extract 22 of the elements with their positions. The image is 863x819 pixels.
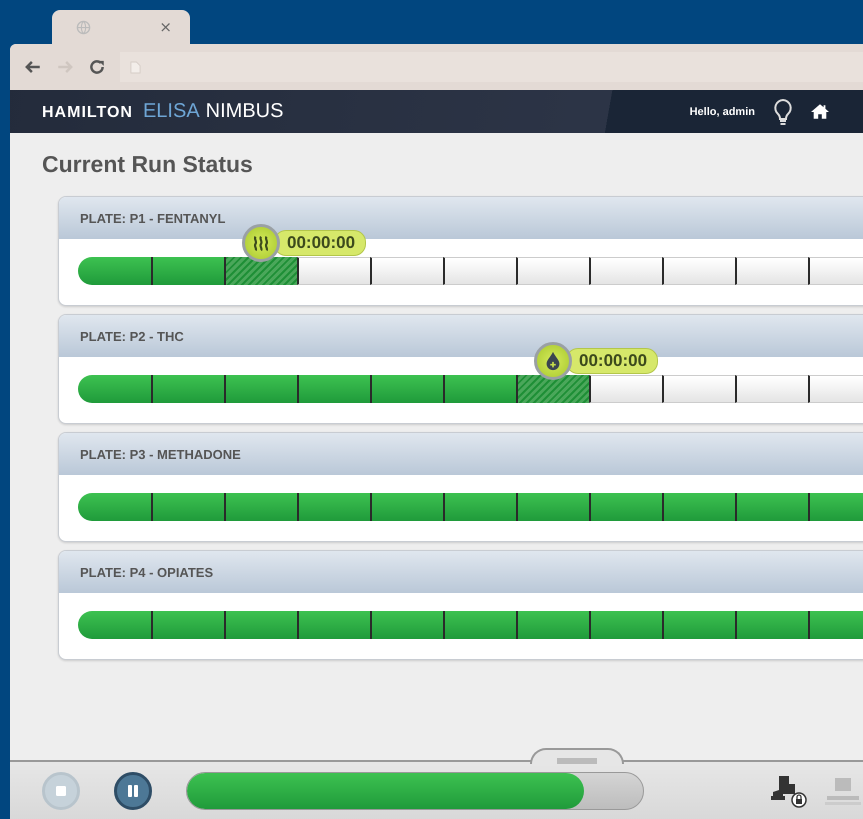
lightbulb-icon[interactable]: [773, 98, 793, 126]
pause-icon: [125, 782, 141, 798]
plate-label: PLATE: P2 - THC: [80, 328, 184, 344]
product-name: NIMBUS: [206, 100, 284, 123]
plate-label: PLATE: P4 - OPIATES: [80, 564, 214, 580]
page-title: Current Run Status: [42, 151, 254, 178]
instrument-lock-icon[interactable]: [769, 774, 809, 808]
reload-icon[interactable]: [88, 58, 106, 76]
brand-logo: HAMILTON: [42, 104, 133, 122]
pause-button[interactable]: [114, 772, 152, 810]
user-greeting: Hello, admin: [690, 106, 755, 118]
plate-label: PLATE: P3 - METHADONE: [80, 446, 241, 462]
home-icon[interactable]: [811, 103, 829, 120]
browser-tab[interactable]: ×: [52, 10, 190, 44]
page-icon: [130, 60, 141, 74]
product-name: ELISA: [142, 100, 200, 123]
step-segment: [808, 611, 863, 639]
globe-icon: [76, 20, 91, 34]
plate-label: PLATE: P1 - FENTANYL: [80, 210, 226, 226]
close-icon[interactable]: ×: [159, 18, 172, 36]
step-segment: [808, 493, 863, 521]
drawer-handle[interactable]: [530, 748, 624, 764]
